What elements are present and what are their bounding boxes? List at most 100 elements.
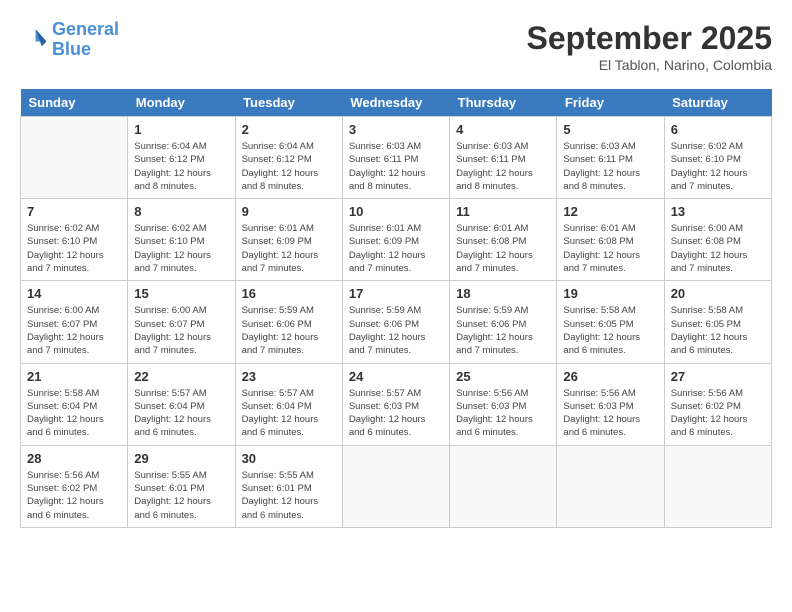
calendar-cell: 23 Sunrise: 5:57 AMSunset: 6:04 PMDayligh… <box>235 363 342 445</box>
calendar-cell: 30 Sunrise: 5:55 AMSunset: 6:01 PMDayligh… <box>235 445 342 527</box>
calendar-cell: 7 Sunrise: 6:02 AMSunset: 6:10 PMDaylight… <box>21 199 128 281</box>
calendar-cell: 13 Sunrise: 6:00 AMSunset: 6:08 PMDayligh… <box>664 199 771 281</box>
day-info: Sunrise: 6:01 AMSunset: 6:08 PMDaylight:… <box>563 222 657 275</box>
calendar-cell: 24 Sunrise: 5:57 AMSunset: 6:03 PMDayligh… <box>342 363 449 445</box>
calendar-cell: 9Sunrise: 6:01 AMSunset: 6:09 PMDaylight… <box>235 199 342 281</box>
day-header-monday: Monday <box>128 89 235 117</box>
calendar-cell: 3Sunrise: 6:03 AMSunset: 6:11 PMDaylight… <box>342 117 449 199</box>
day-number: 8 <box>134 204 228 219</box>
calendar-cell: 20Sunrise: 5:58 AMSunset: 6:05 PMDayligh… <box>664 281 771 363</box>
calendar-cell <box>342 445 449 527</box>
day-info: Sunrise: 5:58 AMSunset: 6:05 PMDaylight:… <box>563 304 657 357</box>
calendar-cell: 28Sunrise: 5:56 AMSunset: 6:02 PMDayligh… <box>21 445 128 527</box>
location-subtitle: El Tablon, Narino, Colombia <box>527 57 772 73</box>
day-info: Sunrise: 5:56 AMSunset: 6:03 PMDaylight:… <box>563 387 657 440</box>
day-info: Sunrise: 6:00 AMSunset: 6:07 PMDaylight:… <box>134 304 228 357</box>
week-row-4: 21 Sunrise: 5:58 AMSunset: 6:04 PMDayligh… <box>21 363 772 445</box>
week-row-5: 28Sunrise: 5:56 AMSunset: 6:02 PMDayligh… <box>21 445 772 527</box>
calendar-cell <box>664 445 771 527</box>
day-number: 10 <box>349 204 443 219</box>
day-number: 7 <box>27 204 121 219</box>
day-header-thursday: Thursday <box>450 89 557 117</box>
day-number: 14 <box>27 286 121 301</box>
calendar-cell: 12 Sunrise: 6:01 AMSunset: 6:08 PMDayligh… <box>557 199 664 281</box>
day-info: Sunrise: 5:55 AMSunset: 6:01 PMDaylight:… <box>134 469 228 522</box>
day-info: Sunrise: 5:57 AMSunset: 6:04 PMDaylight:… <box>242 387 336 440</box>
day-header-tuesday: Tuesday <box>235 89 342 117</box>
day-info: Sunrise: 6:01 AMSunset: 6:09 PMDaylight:… <box>242 222 336 275</box>
calendar-cell <box>450 445 557 527</box>
day-number: 25 <box>456 369 550 384</box>
calendar-cell: 16 Sunrise: 5:59 AMSunset: 6:06 PMDayligh… <box>235 281 342 363</box>
day-info: Sunrise: 6:03 AMSunset: 6:11 PMDaylight:… <box>349 140 443 193</box>
calendar-cell: 26 Sunrise: 5:56 AMSunset: 6:03 PMDayligh… <box>557 363 664 445</box>
day-number: 26 <box>563 369 657 384</box>
day-info: Sunrise: 6:04 AMSunset: 6:12 PMDaylight:… <box>134 140 228 193</box>
day-info: Sunrise: 6:02 AMSunset: 6:10 PMDaylight:… <box>671 140 765 193</box>
day-info: Sunrise: 5:55 AMSunset: 6:01 PMDaylight:… <box>242 469 336 522</box>
day-info: Sunrise: 5:57 AMSunset: 6:04 PMDaylight:… <box>134 387 228 440</box>
calendar-cell: 2Sunrise: 6:04 AMSunset: 6:12 PMDaylight… <box>235 117 342 199</box>
day-number: 24 <box>349 369 443 384</box>
calendar-table: SundayMondayTuesdayWednesdayThursdayFrid… <box>20 89 772 528</box>
calendar-cell: 29 Sunrise: 5:55 AMSunset: 6:01 PMDayligh… <box>128 445 235 527</box>
day-number: 12 <box>563 204 657 219</box>
calendar-header-row: SundayMondayTuesdayWednesdayThursdayFrid… <box>21 89 772 117</box>
day-number: 17 <box>349 286 443 301</box>
day-number: 22 <box>134 369 228 384</box>
day-number: 4 <box>456 122 550 137</box>
day-header-sunday: Sunday <box>21 89 128 117</box>
day-info: Sunrise: 6:01 AMSunset: 6:08 PMDaylight:… <box>456 222 550 275</box>
day-info: Sunrise: 5:56 AMSunset: 6:02 PMDaylight:… <box>671 387 765 440</box>
day-number: 5 <box>563 122 657 137</box>
day-header-wednesday: Wednesday <box>342 89 449 117</box>
day-number: 1 <box>134 122 228 137</box>
calendar-cell: 21 Sunrise: 5:58 AMSunset: 6:04 PMDayligh… <box>21 363 128 445</box>
logo-line1: General <box>52 19 119 39</box>
day-number: 13 <box>671 204 765 219</box>
week-row-1: 1 Sunrise: 6:04 AMSunset: 6:12 PMDaylight… <box>21 117 772 199</box>
day-info: Sunrise: 6:04 AMSunset: 6:12 PMDaylight:… <box>242 140 336 193</box>
day-number: 6 <box>671 122 765 137</box>
calendar-cell: 4 Sunrise: 6:03 AMSunset: 6:11 PMDaylight… <box>450 117 557 199</box>
calendar-cell: 22 Sunrise: 5:57 AMSunset: 6:04 PMDayligh… <box>128 363 235 445</box>
day-info: Sunrise: 5:59 AMSunset: 6:06 PMDaylight:… <box>242 304 336 357</box>
day-number: 11 <box>456 204 550 219</box>
day-number: 30 <box>242 451 336 466</box>
logo-text: General Blue <box>52 20 119 60</box>
day-number: 23 <box>242 369 336 384</box>
page-header: General Blue September 2025 El Tablon, N… <box>20 20 772 73</box>
logo-line2: Blue <box>52 39 91 59</box>
calendar-cell: 15Sunrise: 6:00 AMSunset: 6:07 PMDayligh… <box>128 281 235 363</box>
day-number: 21 <box>27 369 121 384</box>
day-number: 16 <box>242 286 336 301</box>
day-info: Sunrise: 6:00 AMSunset: 6:07 PMDaylight:… <box>27 304 121 357</box>
calendar-cell: 8 Sunrise: 6:02 AMSunset: 6:10 PMDaylight… <box>128 199 235 281</box>
logo-icon <box>20 26 48 54</box>
week-row-3: 14 Sunrise: 6:00 AMSunset: 6:07 PMDayligh… <box>21 281 772 363</box>
day-info: Sunrise: 6:03 AMSunset: 6:11 PMDaylight:… <box>563 140 657 193</box>
calendar-cell: 14 Sunrise: 6:00 AMSunset: 6:07 PMDayligh… <box>21 281 128 363</box>
day-info: Sunrise: 5:58 AMSunset: 6:04 PMDaylight:… <box>27 387 121 440</box>
calendar-cell <box>21 117 128 199</box>
calendar-cell: 6 Sunrise: 6:02 AMSunset: 6:10 PMDaylight… <box>664 117 771 199</box>
calendar-cell: 25 Sunrise: 5:56 AMSunset: 6:03 PMDayligh… <box>450 363 557 445</box>
day-header-friday: Friday <box>557 89 664 117</box>
day-info: Sunrise: 6:02 AMSunset: 6:10 PMDaylight:… <box>134 222 228 275</box>
day-number: 29 <box>134 451 228 466</box>
day-header-saturday: Saturday <box>664 89 771 117</box>
day-info: Sunrise: 6:02 AMSunset: 6:10 PMDaylight:… <box>27 222 121 275</box>
calendar-cell: 10Sunrise: 6:01 AMSunset: 6:09 PMDayligh… <box>342 199 449 281</box>
calendar-cell: 27 Sunrise: 5:56 AMSunset: 6:02 PMDayligh… <box>664 363 771 445</box>
month-title: September 2025 <box>527 20 772 57</box>
day-info: Sunrise: 6:03 AMSunset: 6:11 PMDaylight:… <box>456 140 550 193</box>
day-info: Sunrise: 6:00 AMSunset: 6:08 PMDaylight:… <box>671 222 765 275</box>
day-info: Sunrise: 5:56 AMSunset: 6:03 PMDaylight:… <box>456 387 550 440</box>
day-info: Sunrise: 5:57 AMSunset: 6:03 PMDaylight:… <box>349 387 443 440</box>
calendar-cell: 11 Sunrise: 6:01 AMSunset: 6:08 PMDayligh… <box>450 199 557 281</box>
day-number: 27 <box>671 369 765 384</box>
day-number: 18 <box>456 286 550 301</box>
week-row-2: 7 Sunrise: 6:02 AMSunset: 6:10 PMDaylight… <box>21 199 772 281</box>
day-info: Sunrise: 5:58 AMSunset: 6:05 PMDaylight:… <box>671 304 765 357</box>
day-info: Sunrise: 5:59 AMSunset: 6:06 PMDaylight:… <box>456 304 550 357</box>
